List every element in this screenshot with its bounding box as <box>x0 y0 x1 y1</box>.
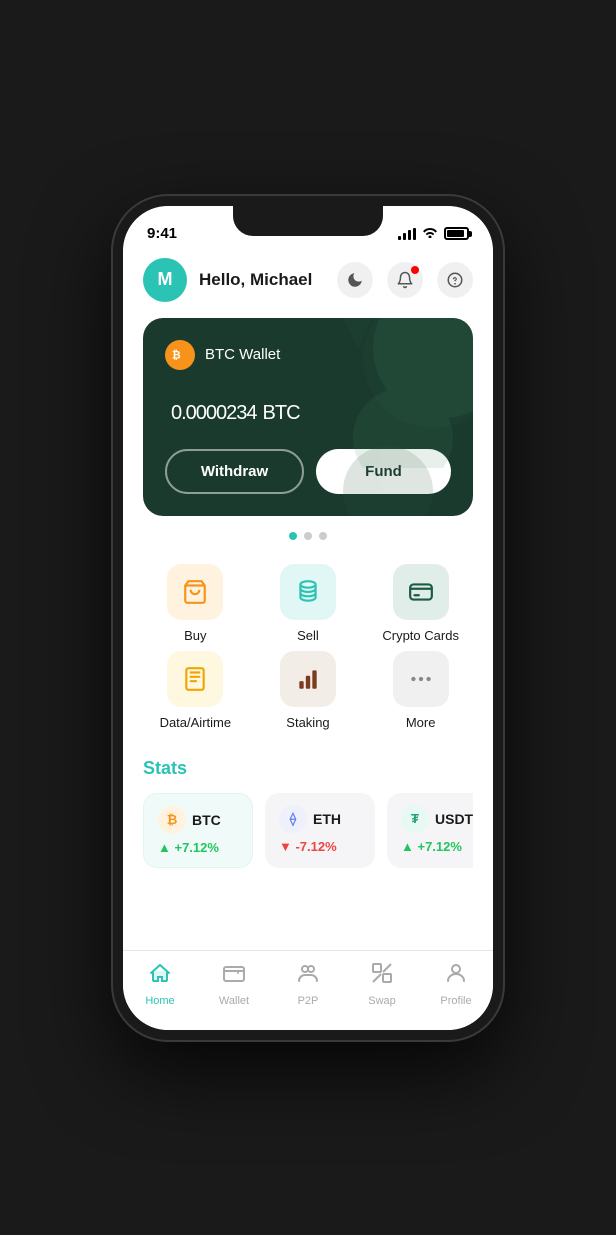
stat-card-btc[interactable]: ₿ BTC ▲ +7.12% <box>143 793 253 868</box>
nav-wallet[interactable]: Wallet <box>197 961 271 1007</box>
support-button[interactable] <box>437 262 473 298</box>
buy-label: Buy <box>184 628 206 643</box>
theme-toggle-button[interactable] <box>337 262 373 298</box>
nav-p2p[interactable]: P2P <box>271 961 345 1007</box>
stats-scroll: ₿ BTC ▲ +7.12% ⟠ ETH ▼ -7.12% <box>143 793 473 876</box>
wallet-name: BTC Wallet <box>205 346 280 363</box>
wallet-card: ₿ BTC Wallet 0.0000234BTC Withdraw Fund <box>143 318 473 516</box>
svg-text:₿: ₿ <box>172 349 181 361</box>
amount-value: 0.0000234 <box>171 402 257 424</box>
more-label: More <box>406 715 436 730</box>
crypto-cards-label: Crypto Cards <box>382 628 459 643</box>
wifi-icon <box>422 226 438 241</box>
nav-profile-label: Profile <box>440 995 471 1007</box>
action-sell[interactable]: Sell <box>256 564 361 643</box>
stat-card-usdt[interactable]: ₮ USDT ▲ +7.12% <box>387 793 473 868</box>
btc-stat-name: BTC <box>192 812 221 828</box>
usdt-stat-icon: ₮ <box>401 805 429 833</box>
btc-icon: ₿ <box>165 340 195 370</box>
swap-icon <box>370 961 394 991</box>
status-time: 9:41 <box>147 225 177 242</box>
btc-stat-change: ▲ +7.12% <box>158 840 238 855</box>
nav-p2p-label: P2P <box>298 995 319 1007</box>
action-staking[interactable]: Staking <box>256 651 361 730</box>
pagination-dots <box>143 532 473 540</box>
header-left: M Hello, Michael <box>143 258 312 302</box>
notch <box>233 206 383 236</box>
card-decor-circles <box>323 318 473 468</box>
header: M Hello, Michael <box>143 250 473 318</box>
profile-icon <box>444 961 468 991</box>
stat-card-eth[interactable]: ⟠ ETH ▼ -7.12% <box>265 793 375 868</box>
greeting-text: Hello, Michael <box>199 270 312 290</box>
nav-home[interactable]: Home <box>123 961 197 1007</box>
header-right <box>337 262 473 298</box>
eth-stat-name: ETH <box>313 811 341 827</box>
nav-swap[interactable]: Swap <box>345 961 419 1007</box>
p2p-icon <box>296 961 320 991</box>
currency-label: BTC <box>263 402 300 424</box>
action-more[interactable]: More <box>368 651 473 730</box>
stats-title: Stats <box>143 758 473 779</box>
crypto-cards-icon <box>393 564 449 620</box>
sell-label: Sell <box>297 628 319 643</box>
more-icon <box>393 651 449 707</box>
wallet-nav-icon <box>222 961 246 991</box>
battery-icon <box>444 227 469 240</box>
dot-2[interactable] <box>304 532 312 540</box>
quick-actions-grid: Buy Sell <box>143 564 473 730</box>
eth-stat-change: ▼ -7.12% <box>279 839 361 854</box>
nav-home-label: Home <box>145 995 174 1007</box>
action-data-airtime[interactable]: Data/Airtime <box>143 651 248 730</box>
eth-stat-icon: ⟠ <box>279 805 307 833</box>
dot-1[interactable] <box>289 532 297 540</box>
usdt-stat-change: ▲ +7.12% <box>401 839 473 854</box>
staking-label: Staking <box>286 715 329 730</box>
nav-profile[interactable]: Profile <box>419 961 493 1007</box>
action-crypto-cards[interactable]: Crypto Cards <box>368 564 473 643</box>
stats-section: Stats ₿ BTC ▲ +7.12% ⟠ ETH <box>143 758 473 876</box>
staking-icon <box>280 651 336 707</box>
nav-wallet-label: Wallet <box>219 995 249 1007</box>
signal-icon <box>398 228 416 240</box>
status-icons <box>398 226 469 241</box>
home-icon <box>148 961 172 991</box>
dot-3[interactable] <box>319 532 327 540</box>
buy-icon <box>167 564 223 620</box>
main-content: M Hello, Michael <box>123 250 493 950</box>
bottom-nav: Home Wallet P2P Swap <box>123 950 493 1030</box>
nav-swap-label: Swap <box>368 995 396 1007</box>
action-buy[interactable]: Buy <box>143 564 248 643</box>
data-airtime-icon <box>167 651 223 707</box>
usdt-stat-name: USDT <box>435 811 473 827</box>
notification-button[interactable] <box>387 262 423 298</box>
sell-icon <box>280 564 336 620</box>
withdraw-button[interactable]: Withdraw <box>165 449 304 494</box>
data-airtime-label: Data/Airtime <box>160 715 232 730</box>
btc-stat-icon: ₿ <box>158 806 186 834</box>
avatar: M <box>143 258 187 302</box>
notification-dot <box>411 266 419 274</box>
